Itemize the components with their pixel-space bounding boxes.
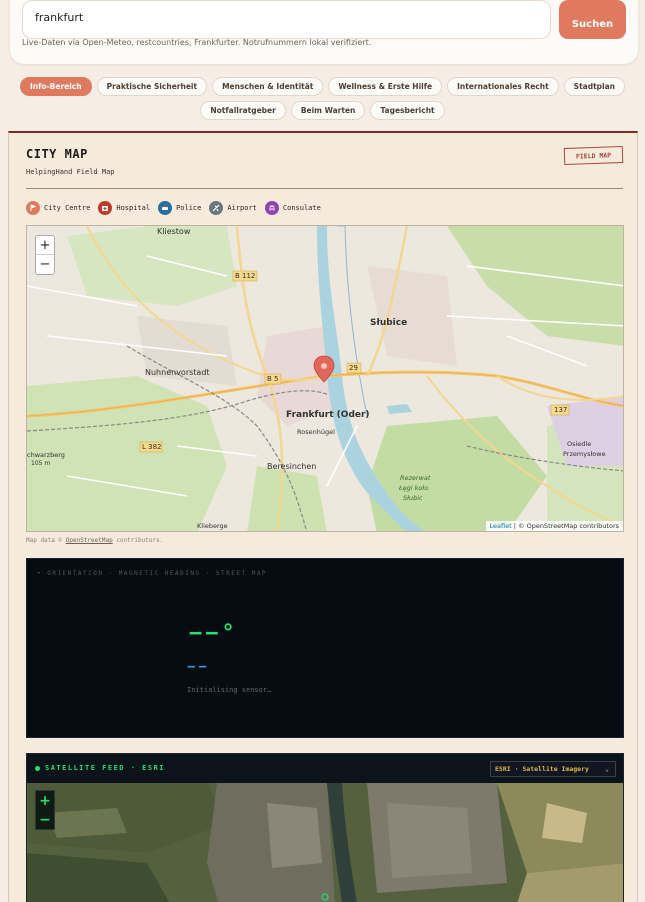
sensor-status: Initialising sensor…	[187, 686, 272, 694]
satellite-imagery[interactable]	[27, 783, 624, 902]
search-card: frankfurt Suchen Live-Daten via Open-Met…	[10, 0, 638, 64]
satellite-zoom-in-button[interactable]: +	[36, 791, 54, 810]
search-button[interactable]: Suchen	[559, 0, 626, 39]
map-label: 137	[554, 406, 568, 414]
hospital-icon	[98, 201, 113, 215]
map-label: Łęgi koło	[399, 484, 429, 492]
live-dot-icon	[35, 766, 40, 771]
field-map-panel: CITY MAP HelpingHand Field Map FIELD MAP…	[8, 131, 638, 902]
map-tiles	[27, 226, 623, 531]
map-label: L 382	[142, 443, 162, 451]
map-label: Rosenhügel	[297, 428, 335, 436]
field-map-stamp: FIELD MAP	[563, 145, 624, 166]
map-label: 29	[349, 364, 358, 372]
map-label: chwarzberg	[27, 451, 65, 459]
credit-suffix: contributors.	[112, 537, 164, 544]
divider	[26, 188, 623, 189]
imagery-source-value: ESRI · Satellite Imagery	[495, 765, 589, 773]
tab-praktische-sicherheit[interactable]: Praktische Sicherheit	[96, 77, 208, 96]
legend-item-hospital[interactable]: Hospital	[98, 201, 150, 215]
satellite-header: SATELLITE FEED · ESRI ESRI · Satellite I…	[27, 754, 623, 783]
panel-title: CITY MAP	[26, 147, 88, 161]
map-label: B 112	[235, 272, 256, 280]
satellite-zoom-out-button[interactable]: −	[36, 810, 54, 829]
legend-label: City Centre	[44, 204, 91, 212]
legend-item-airport[interactable]: Airport	[209, 201, 257, 215]
map-label: Klieberge	[197, 522, 228, 530]
satellite-title: SATELLITE FEED · ESRI	[45, 764, 166, 772]
location-search-input[interactable]: frankfurt	[22, 0, 551, 39]
map-label: B 5	[267, 375, 279, 383]
tab-notfallratgeber[interactable]: Notfallratgeber	[200, 101, 286, 120]
map-label: Słubice	[370, 318, 408, 328]
data-source-note: Live-Daten via Open-Meteo, restcountries…	[22, 38, 372, 47]
street-map[interactable]: Kliestow B 112 Słubice Nuhnenvorstadt B …	[26, 225, 624, 532]
compass-header: • ORIENTATION · MAGNETIC HEADING · STREE…	[37, 570, 268, 577]
map-label: Osiedle	[567, 440, 592, 448]
panel-subtitle: HelpingHand Field Map	[26, 168, 115, 176]
leaflet-link[interactable]: Leaflet	[490, 522, 512, 530]
tab-internationales-recht[interactable]: Internationales Recht	[447, 77, 559, 96]
map-label: 105 m	[31, 460, 51, 467]
legend-label: Airport	[227, 204, 257, 212]
pin-icon	[26, 201, 40, 215]
map-zoom-control: + −	[35, 235, 55, 275]
satellite-zoom-control: + −	[35, 790, 55, 830]
section-tabs: Info-Bereich Praktische Sicherheit Mensc…	[10, 77, 635, 125]
legend-label: Hospital	[116, 204, 151, 212]
chevron-down-icon: ⌄	[605, 765, 609, 773]
map-label: Beresinchen	[267, 462, 317, 471]
imagery-source-select[interactable]: ESRI · Satellite Imagery ⌄	[490, 761, 616, 777]
satellite-panel: SATELLITE FEED · ESRI ESRI · Satellite I…	[26, 753, 624, 902]
heading-readout: −−°	[189, 621, 238, 646]
attribution-text: | © OpenStreetMap contributors	[511, 522, 619, 530]
airplane-icon	[209, 201, 224, 215]
map-label: Przemysłowe	[563, 450, 606, 458]
credit-prefix: Map data ©	[26, 537, 66, 544]
map-label: Nuhnenvorstadt	[145, 368, 210, 377]
police-icon	[158, 201, 173, 215]
legend-item-consulate[interactable]: Consulate	[264, 201, 321, 215]
tab-wellness-erste-hilfe[interactable]: Wellness & Erste Hilfe	[328, 77, 443, 96]
osm-link[interactable]: OpenStreetMap	[66, 537, 113, 544]
map-label: Słubic	[403, 494, 423, 502]
tab-stadtplan[interactable]: Stadtplan	[563, 77, 626, 96]
legend-item-police[interactable]: Police	[158, 201, 201, 215]
map-label: Kliestow	[157, 227, 191, 236]
compass-panel: • ORIENTATION · MAGNETIC HEADING · STREE…	[26, 558, 624, 738]
legend-label: Consulate	[282, 204, 321, 212]
legend-item-city-centre[interactable]: City Centre	[26, 201, 90, 215]
map-label: Rezerwat	[400, 474, 431, 482]
map-credit: Map data © OpenStreetMap contributors.	[26, 537, 163, 544]
tab-info-bereich[interactable]: Info-Bereich	[19, 77, 92, 96]
map-attribution: Leaflet | © OpenStreetMap contributors	[485, 521, 623, 531]
cardinal-readout: −−	[187, 659, 210, 675]
zoom-in-button[interactable]: +	[36, 236, 54, 255]
map-legend: City Centre Hospital Police Airport Cons…	[26, 201, 321, 215]
building-icon	[264, 201, 279, 215]
tab-beim-warten[interactable]: Beim Warten	[290, 101, 366, 120]
tab-menschen-identitaet[interactable]: Menschen & Identität	[212, 77, 324, 96]
map-label: Frankfurt (Oder)	[286, 410, 370, 420]
legend-label: Police	[176, 204, 202, 212]
tab-tagesbericht[interactable]: Tagesbericht	[370, 101, 445, 120]
zoom-out-button[interactable]: −	[36, 255, 54, 274]
